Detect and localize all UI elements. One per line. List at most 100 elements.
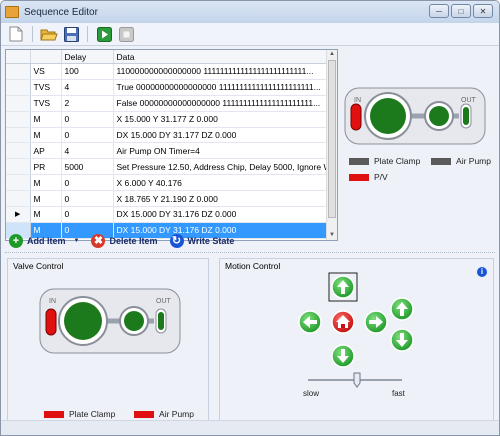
chip-out-label: OUT	[461, 97, 477, 104]
cell-data[interactable]: False 00000000000000000 1111111111111111…	[113, 95, 337, 112]
table-row[interactable]: M 0 DX 15.000 DY 31.177 DZ 0.000	[6, 127, 337, 144]
stop-icon[interactable]	[117, 25, 135, 43]
slider-slow-label: slow	[303, 389, 319, 398]
air-pump-label: Air Pump	[456, 156, 491, 166]
cell-command[interactable]: TVS	[30, 79, 62, 96]
motion-control-panel: Motion Control i slow fast	[219, 258, 494, 435]
valve-chip-diagram[interactable]: IN OUT	[36, 283, 186, 359]
cell-delay[interactable]: 4	[61, 79, 114, 96]
row-header[interactable]	[6, 111, 31, 128]
cell-command[interactable]: AP	[30, 142, 62, 160]
table-row[interactable]: TVS 2 False 00000000000000000 111111111111…	[6, 95, 337, 112]
table-row[interactable]: ▶ M 0 DX 15.000 DY 31.176 DZ 0.000	[6, 206, 337, 223]
row-header[interactable]	[6, 95, 31, 112]
row-header[interactable]	[6, 63, 31, 80]
valve-plate-clamp-label: Plate Clamp	[69, 409, 116, 419]
column-header-command[interactable]	[30, 50, 62, 64]
cell-delay[interactable]: 100	[61, 63, 114, 80]
cell-command[interactable]: M	[30, 111, 62, 128]
title-bar: Sequence Editor ─ □ ✕	[1, 1, 499, 23]
chip-diagram: IN OUT	[344, 87, 486, 145]
table-row[interactable]: VS 100 110000000000000000 1111111111111111…	[6, 63, 337, 80]
cell-command[interactable]: TVS	[30, 95, 62, 112]
slider-fast-label: fast	[392, 389, 406, 398]
cell-data[interactable]: 110000000000000000 111111111111111111111…	[113, 63, 337, 80]
write-state-button[interactable]: ↻ Write State	[169, 234, 234, 248]
plate-clamp-label: Plate Clamp	[374, 156, 421, 166]
cell-data[interactable]: True 00000000000000000 11111111111111111…	[113, 79, 337, 96]
cell-delay[interactable]: 0	[61, 111, 114, 128]
open-folder-icon[interactable]	[40, 25, 58, 43]
column-header-delay[interactable]: Delay	[61, 50, 114, 64]
save-icon[interactable]	[62, 25, 80, 43]
cell-data[interactable]: DX 15.000 DY 31.177 DZ 0.000	[113, 127, 337, 144]
new-file-icon[interactable]	[7, 25, 25, 43]
table-row[interactable]: AP 4 Air Pump ON Timer=4	[6, 142, 337, 160]
table-row[interactable]: M0X 15.000 Y 31.177 Z 0.000	[6, 111, 337, 128]
splitter[interactable]	[5, 252, 495, 256]
table-row[interactable]: TVS 4 True 00000000000000000 1111111111111…	[6, 79, 337, 96]
cell-delay[interactable]: 0	[61, 174, 114, 192]
cell-data[interactable]: DX 15.000 DY 31.176 DZ 0.000	[113, 206, 337, 223]
grid-vertical-scrollbar[interactable]: ▲ ▼	[326, 50, 337, 240]
cell-delay[interactable]: 5000	[61, 158, 114, 176]
row-header[interactable]	[6, 142, 31, 160]
z-up-icon	[390, 297, 414, 321]
cell-command[interactable]: M	[30, 206, 62, 223]
home-icon	[331, 310, 355, 334]
add-icon: +	[9, 234, 23, 248]
dropdown-arrow-icon[interactable]: ▼	[74, 238, 80, 244]
cell-delay[interactable]: 2	[61, 95, 114, 112]
minimize-button[interactable]: ─	[429, 4, 449, 18]
table-row[interactable]: M0X 18.765 Y 21.190 Z 0.000	[6, 190, 337, 208]
cell-delay[interactable]: 0	[61, 127, 114, 144]
scroll-down-icon[interactable]: ▼	[327, 231, 337, 240]
cell-data[interactable]: X 18.765 Y 21.190 Z 0.000	[113, 190, 337, 208]
cell-delay[interactable]: 0	[61, 206, 114, 223]
column-header-data[interactable]: Data	[113, 50, 337, 64]
cell-command[interactable]: M	[30, 174, 62, 192]
run-icon[interactable]	[95, 25, 113, 43]
speed-slider-thumb	[353, 372, 361, 388]
cell-data[interactable]: X 15.000 Y 31.177 Z 0.000	[113, 111, 337, 128]
cell-command[interactable]: PR	[30, 158, 62, 176]
maximize-button[interactable]: □	[451, 4, 471, 18]
move-right-icon	[364, 310, 388, 334]
valve-pv-toggle	[45, 308, 57, 336]
valve-control-panel: Valve Control IN OUT Plate Clamp Air Pum…	[7, 258, 209, 435]
valve-main-chamber	[64, 302, 102, 340]
z-down-icon	[390, 328, 414, 352]
valve-control-title: Valve Control	[13, 261, 64, 271]
move-up-icon	[331, 275, 355, 299]
add-item-button[interactable]: + Add Item ▼	[9, 234, 79, 248]
row-header[interactable]	[6, 174, 31, 192]
table-row[interactable]: PR 5000 Set Pressure 12.50, Address Chip, …	[6, 158, 337, 176]
cell-delay[interactable]: 0	[61, 190, 114, 208]
cell-data[interactable]: X 6.000 Y 40.176	[113, 174, 337, 192]
row-header[interactable]: ▶	[6, 206, 31, 223]
row-header[interactable]	[6, 79, 31, 96]
cell-data[interactable]: Air Pump ON Timer=4	[113, 142, 337, 160]
delete-item-button[interactable]: ✖ Delete Item	[91, 234, 158, 248]
window-title: Sequence Editor	[24, 6, 98, 18]
cell-delay[interactable]: 4	[61, 142, 114, 160]
row-header[interactable]	[6, 158, 31, 176]
cell-command[interactable]: M	[30, 190, 62, 208]
row-header[interactable]	[6, 190, 31, 208]
sequence-grid[interactable]: Delay Data VS 100 110000000000000000 11111…	[5, 49, 338, 241]
close-button[interactable]: ✕	[473, 4, 493, 18]
valve-out-label: OUT	[156, 298, 172, 305]
plate-clamp-swatch	[349, 157, 369, 165]
scroll-up-icon[interactable]: ▲	[327, 50, 337, 59]
valve-air-pump-swatch[interactable]	[134, 410, 155, 418]
action-bar: + Add Item ▼ ✖ Delete Item ↻ Write State	[9, 234, 234, 248]
status-bar	[1, 420, 499, 435]
scroll-thumb[interactable]	[328, 60, 336, 218]
cell-command[interactable]: VS	[30, 63, 62, 80]
cell-data[interactable]: Set Pressure 12.50, Address Chip, Delay …	[113, 158, 337, 176]
move-left-icon	[298, 310, 322, 334]
cell-command[interactable]: M	[30, 127, 62, 144]
row-header[interactable]	[6, 127, 31, 144]
table-row[interactable]: M0X 6.000 Y 40.176	[6, 174, 337, 192]
valve-plate-clamp-swatch[interactable]	[44, 410, 64, 418]
